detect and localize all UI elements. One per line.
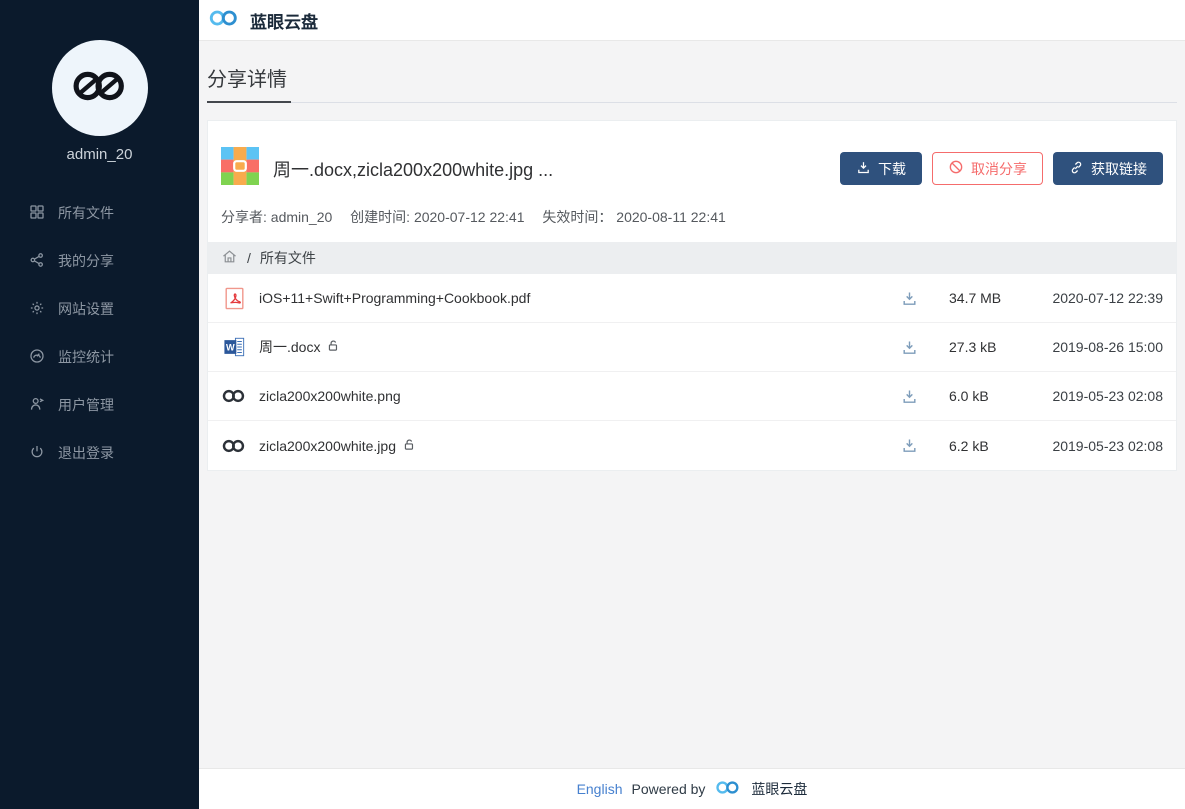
- download-button[interactable]: 下载: [840, 152, 922, 185]
- file-size: 34.7 MB: [949, 290, 1037, 306]
- breadcrumb-root[interactable]: 所有文件: [260, 248, 316, 268]
- file-name: zicla200x200white.png: [259, 388, 901, 404]
- sidebar-item-label: 监控统计: [58, 347, 114, 367]
- row-download-icon[interactable]: [901, 339, 921, 356]
- home-icon[interactable]: [221, 248, 238, 268]
- footer-brand-link[interactable]: 蓝眼云盘: [751, 779, 807, 799]
- sidebar-item-label: 我的分享: [58, 251, 114, 271]
- sidebar-item-label: 退出登录: [58, 443, 114, 463]
- table-row[interactable]: zicla200x200white.jpg 6.2 kB 2019-05-23 …: [208, 421, 1176, 470]
- sidebar-item-label: 所有文件: [58, 203, 114, 223]
- file-date: 2020-07-12 22:39: [1037, 290, 1163, 306]
- gauge-icon: [29, 348, 45, 367]
- link-icon: [1069, 160, 1084, 178]
- unlock-icon: [327, 339, 340, 355]
- page-title: 分享详情: [207, 63, 291, 103]
- infinity-logo-icon: [69, 67, 131, 110]
- sharer-value: admin_20: [271, 209, 333, 225]
- share-icon: [29, 252, 45, 271]
- avatar[interactable]: [52, 40, 148, 136]
- cancel-share-button-label: 取消分享: [971, 159, 1027, 179]
- breadcrumb: / 所有文件: [208, 242, 1176, 274]
- expire-label: 失效时间：: [542, 209, 612, 225]
- pdf-file-icon: [221, 287, 247, 310]
- file-name: iOS+11+Swift+Programming+Cookbook.pdf: [259, 290, 901, 306]
- sidebar-item-logout[interactable]: 退出登录: [0, 429, 199, 477]
- image-file-icon: [221, 388, 247, 404]
- share-actions: 下载 取消分享: [840, 152, 1163, 185]
- heading-bar: 分享详情: [207, 63, 1177, 103]
- get-link-button-label: 获取链接: [1091, 159, 1147, 179]
- table-row[interactable]: W 周一.docx 27.: [208, 323, 1176, 372]
- share-title: 周一.docx,zicla200x200white.jpg ...: [273, 156, 840, 182]
- cancel-share-button[interactable]: 取消分享: [932, 152, 1043, 185]
- file-date: 2019-05-23 02:08: [1037, 388, 1163, 404]
- power-icon: [29, 444, 45, 463]
- username: admin_20: [0, 146, 199, 163]
- file-name: 周一.docx: [259, 337, 901, 357]
- word-file-icon: W: [221, 336, 247, 358]
- file-size: 6.0 kB: [949, 388, 1037, 404]
- created-label: 创建时间:: [350, 209, 410, 225]
- infinity-logo-icon: [714, 779, 742, 799]
- sidebar: admin_20 所有文件 我的分享: [0, 0, 199, 809]
- prohibit-icon: [948, 159, 964, 178]
- file-size: 27.3 kB: [949, 339, 1037, 355]
- get-link-button[interactable]: 获取链接: [1053, 152, 1163, 185]
- gear-icon: [29, 300, 45, 319]
- sidebar-item-label: 网站设置: [58, 299, 114, 319]
- download-icon: [856, 160, 871, 178]
- sidebar-item-all-files[interactable]: 所有文件: [0, 189, 199, 237]
- app-header: 蓝眼云盘: [199, 0, 1185, 41]
- sidebar-menu: 所有文件 我的分享 网站设置: [0, 189, 199, 477]
- sidebar-item-label: 用户管理: [58, 395, 114, 415]
- sidebar-item-monitor-stats[interactable]: 监控统计: [0, 333, 199, 381]
- created-value: 2020-07-12 22:41: [414, 209, 525, 225]
- sharer-label: 分享者:: [221, 209, 267, 225]
- share-meta: 分享者: admin_20 创建时间: 2020-07-12 22:41 失效时…: [208, 190, 1176, 242]
- download-button-label: 下载: [878, 159, 906, 179]
- page-content: 分享详情 周一.docx,zicla200x200whit: [199, 41, 1185, 768]
- powered-by-text: Powered by: [631, 781, 705, 797]
- expire-value: 2020-08-11 22:41: [616, 209, 726, 225]
- file-date: 2019-05-23 02:08: [1037, 438, 1163, 454]
- share-mosaic-icon: [221, 147, 259, 190]
- sidebar-item-site-settings[interactable]: 网站设置: [0, 285, 199, 333]
- infinity-logo-icon[interactable]: [207, 7, 241, 34]
- table-row[interactable]: zicla200x200white.png 6.0 kB 2019-05-23 …: [208, 372, 1176, 421]
- page-footer: English Powered by 蓝眼云盘: [199, 768, 1185, 809]
- user-icon: [29, 396, 45, 415]
- svg-text:W: W: [226, 342, 235, 352]
- file-size: 6.2 kB: [949, 438, 1037, 454]
- row-download-icon[interactable]: [901, 290, 921, 307]
- row-download-icon[interactable]: [901, 388, 921, 405]
- file-name: zicla200x200white.jpg: [259, 438, 901, 454]
- image-file-icon: [221, 438, 247, 454]
- unlock-icon: [403, 438, 416, 454]
- breadcrumb-separator: /: [247, 250, 251, 266]
- table-row[interactable]: iOS+11+Swift+Programming+Cookbook.pdf 34…: [208, 274, 1176, 323]
- grid-icon: [29, 204, 45, 223]
- row-download-icon[interactable]: [901, 437, 921, 454]
- main-area: 蓝眼云盘 分享详情: [199, 0, 1185, 809]
- sidebar-item-user-management[interactable]: 用户管理: [0, 381, 199, 429]
- share-detail-card: 周一.docx,zicla200x200white.jpg ... 下载: [207, 120, 1177, 471]
- app-title[interactable]: 蓝眼云盘: [250, 8, 318, 33]
- sidebar-item-my-shares[interactable]: 我的分享: [0, 237, 199, 285]
- language-link[interactable]: English: [577, 781, 623, 797]
- file-date: 2019-08-26 15:00: [1037, 339, 1163, 355]
- share-card-header: 周一.docx,zicla200x200white.jpg ... 下载: [208, 121, 1176, 190]
